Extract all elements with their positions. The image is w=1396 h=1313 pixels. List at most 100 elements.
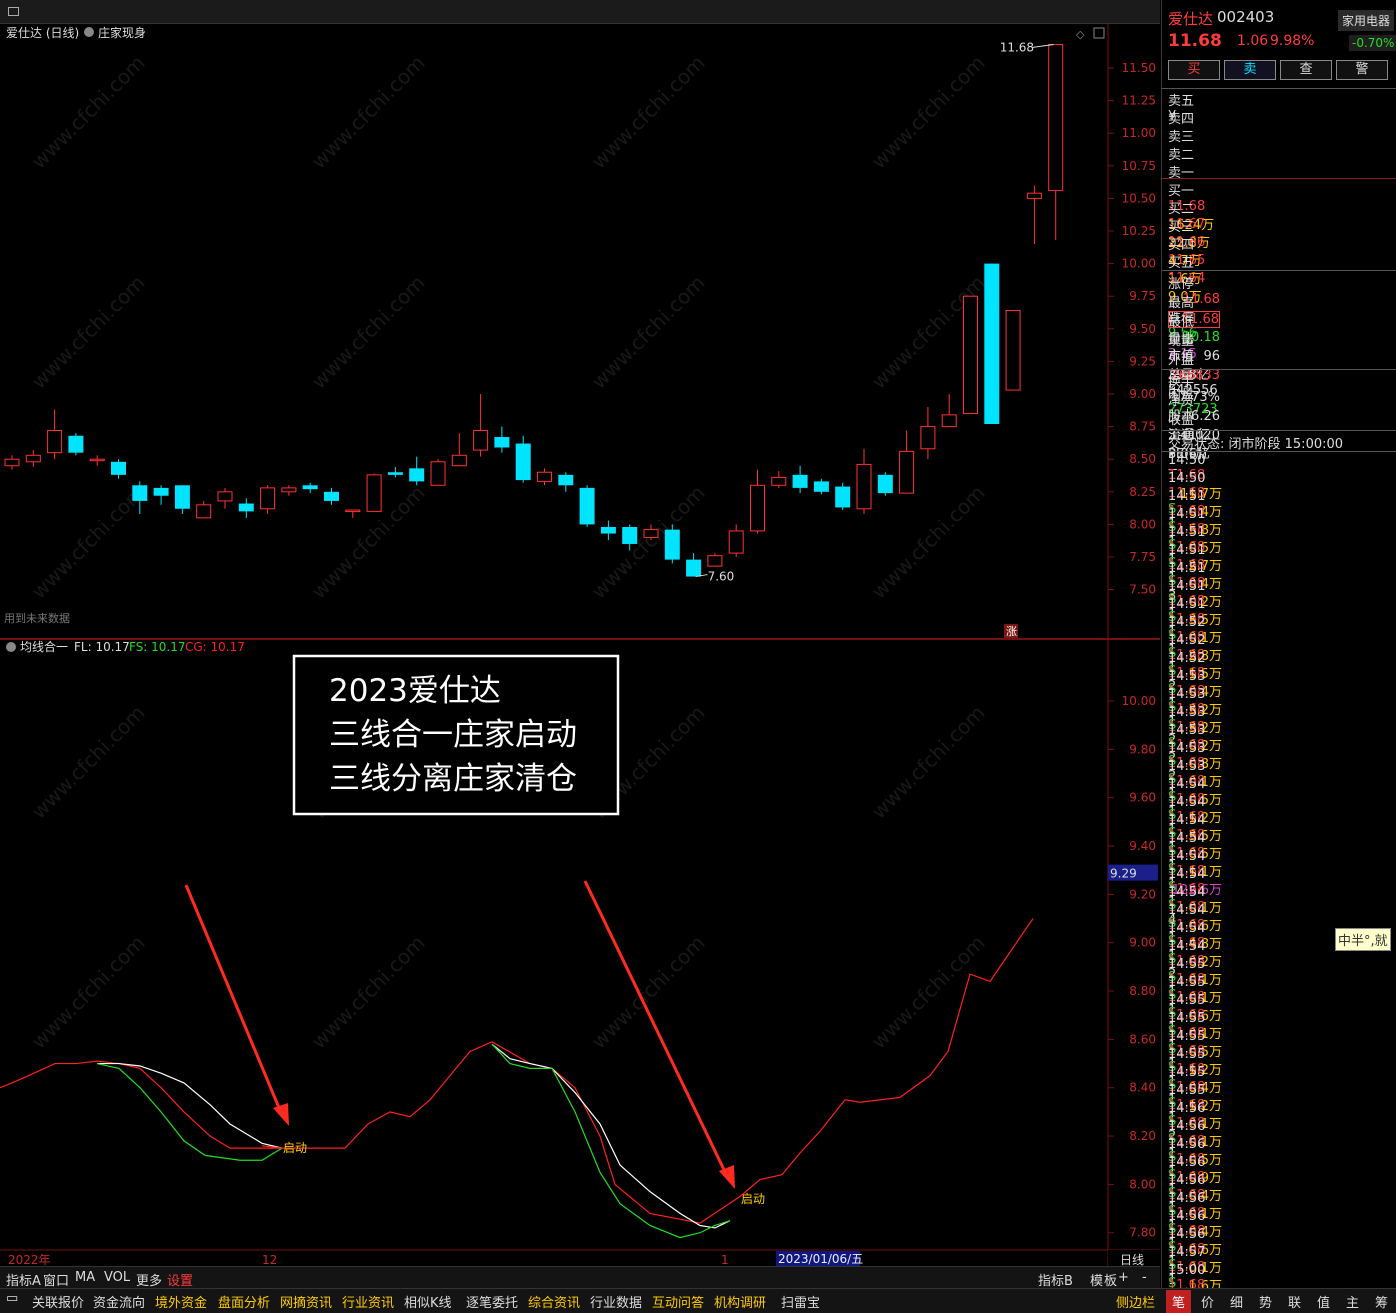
info-tab[interactable]: 境外资金 xyxy=(155,1292,207,1311)
tick-time: 14:51 xyxy=(1168,489,1206,504)
trade-button[interactable]: 查 xyxy=(1280,60,1332,80)
annotation-line: 三线合一庄家启动 xyxy=(329,717,577,753)
right-panel-tab[interactable]: 价 xyxy=(1195,1290,1220,1313)
tick-row: 14:54 11.68 3.5万 S 1 xyxy=(1168,795,1390,874)
tick-row: 14:52 11.68 1.5万 S 1 xyxy=(1168,633,1390,712)
candle-body xyxy=(835,486,851,508)
info-tab[interactable]: 行业资讯 xyxy=(342,1292,394,1311)
right-panel-tab[interactable]: 细 xyxy=(1224,1290,1249,1313)
ask-level-label: 卖五 xyxy=(1168,94,1195,109)
info-tab[interactable]: 扫雷宝 xyxy=(781,1292,820,1311)
right-panel-tab[interactable]: 筹 xyxy=(1369,1290,1394,1313)
bottom-left-button[interactable]: 指标A xyxy=(6,1270,41,1289)
y-tick-label: 9.50 xyxy=(1129,322,1156,336)
diamond-icon[interactable]: ◇ xyxy=(1076,28,1085,41)
tick-row: 14:55 11.68 0.6万 S 1 xyxy=(1168,975,1390,1054)
ask-row: 卖三 xyxy=(1168,126,1390,145)
tick-row: 14:53 11.68 0.1万 S 1 xyxy=(1168,741,1390,820)
candle-body xyxy=(25,454,41,463)
info-tab[interactable]: 相似K线 xyxy=(404,1292,452,1311)
green-line xyxy=(96,1062,283,1161)
bottom-right-button[interactable]: 模 xyxy=(1090,1270,1103,1289)
trade-button[interactable]: 警 xyxy=(1336,60,1388,80)
tick-row: 14:54 11.68 122.6万 S 4 xyxy=(1168,849,1390,928)
start-label: 启动 xyxy=(741,1192,765,1206)
info-tab[interactable]: 行业数据 xyxy=(590,1292,642,1311)
window-menu-icon[interactable] xyxy=(8,7,19,16)
start-label: 启动 xyxy=(283,1141,307,1155)
tick-row: 14:53 11.68 0.5万 S 1 xyxy=(1168,759,1390,838)
y-tick-label: 11.50 xyxy=(1122,61,1156,75)
tick-row: 14:55 11.68 0.4万 S 1 xyxy=(1168,1047,1390,1126)
tick-time: 14:55 xyxy=(1168,1011,1206,1026)
info-tab[interactable]: 综合资讯 xyxy=(528,1292,580,1311)
right-panel-tab[interactable]: 势 xyxy=(1253,1290,1278,1313)
right-panel-tab[interactable]: 值 xyxy=(1311,1290,1336,1313)
info-tab[interactable]: 逐笔委托 xyxy=(466,1292,518,1311)
candle-body xyxy=(451,454,467,467)
bottom-right-button[interactable]: - xyxy=(1142,1270,1147,1285)
sector-name: 家用电器 xyxy=(1338,10,1395,31)
y-tick-label: 8.25 xyxy=(1129,485,1156,499)
tick-time: 14:51 xyxy=(1168,543,1206,558)
bid-row: 买一 11.68 1624万 xyxy=(1168,180,1390,233)
y-tick-label: 8.00 xyxy=(1129,1177,1156,1191)
right-panel-tab[interactable]: 联 xyxy=(1282,1290,1307,1313)
stat-row: 最高 11.68 量比 3.15 xyxy=(1168,292,1390,362)
info-tab[interactable]: 网摘资讯 xyxy=(280,1292,332,1311)
tick-time: 14:56 xyxy=(1168,1155,1206,1170)
crosshair-value-text: 9.29 xyxy=(1110,867,1137,881)
candle-body xyxy=(600,527,616,534)
candle-body xyxy=(920,426,936,450)
kline-chart-area[interactable]: www.cfchi.com www.cfchi.com www.cfchi.com w… xyxy=(0,24,1160,1266)
candle-body xyxy=(750,484,765,532)
bid-level-label: 买二 xyxy=(1168,202,1195,217)
bottom-left-button[interactable]: MA xyxy=(75,1270,95,1285)
trade-button[interactable]: 卖 xyxy=(1224,60,1276,80)
bottom-left-button[interactable]: 更多 xyxy=(136,1270,162,1289)
indicator-bar: 指标A 窗口 MA VOL 更多 设置 指标B 模板 + - xyxy=(0,1266,1160,1289)
trade-button[interactable]: 买 xyxy=(1168,60,1220,80)
ticks-separator xyxy=(1162,451,1396,452)
candle-body xyxy=(707,555,723,567)
indicator-dropdown-icon[interactable] xyxy=(84,27,94,37)
tick-row: 14:56 11.68 0.4万 S 1 xyxy=(1168,1155,1390,1234)
stat-row: 现量 96 总量 542556 xyxy=(1168,330,1390,398)
info-tab[interactable]: 机构调研 xyxy=(714,1292,766,1311)
info-tabs-bar: ▭ 关联报价 资金流向 境外资金 盘面分析 网摘资讯 行业资讯 相似K线 逐笔委托 综合资讯 行业数… xyxy=(0,1288,1396,1313)
tick-time: 15:00 xyxy=(1168,1263,1206,1278)
menu-icon[interactable]: ▭ xyxy=(6,1291,18,1306)
bottom-right-button[interactable]: 指标B xyxy=(1038,1270,1073,1289)
y-tick-label: 8.60 xyxy=(1129,1032,1156,1046)
y-tick-label: 8.00 xyxy=(1129,517,1156,531)
bottom-left-button[interactable]: VOL xyxy=(104,1270,130,1285)
tick-row: 14:55 11.68 0.1万 S 1 xyxy=(1168,993,1390,1072)
tick-time: 14:50 xyxy=(1168,471,1206,486)
bottom-right-button[interactable]: + xyxy=(1118,1270,1129,1285)
info-tab[interactable]: 资金流向 xyxy=(93,1292,145,1311)
tick-time: 14:56 xyxy=(1168,1227,1206,1242)
layout-icon[interactable] xyxy=(1093,27,1105,39)
candle-body xyxy=(473,430,489,451)
sector-change-pct: -0.70% xyxy=(1349,35,1396,51)
bottom-left-button[interactable]: 窗口 xyxy=(43,1270,69,1289)
bid-level-label: 买三 xyxy=(1168,220,1195,235)
sidebar-toggle[interactable]: 侧边栏 xyxy=(1116,1292,1155,1311)
candle-body xyxy=(1048,44,1064,192)
bottom-left-button[interactable]: 设置 xyxy=(167,1270,193,1289)
low-price-label: 7.60 xyxy=(708,570,735,584)
stat-label: 收益 xyxy=(1168,413,1195,428)
tick-time: 14:51 xyxy=(1168,507,1206,522)
sub-indicator-name: 均线合一 xyxy=(20,639,68,654)
info-tab[interactable]: 关联报价 xyxy=(32,1292,84,1311)
bottom-right-button[interactable]: 板 xyxy=(1104,1270,1117,1289)
right-panel-tab[interactable]: 笔 xyxy=(1166,1290,1192,1313)
tick-row: 14:53 11.68 3.2万 S 2 xyxy=(1168,687,1390,766)
stats-separator xyxy=(1162,369,1396,370)
sub-y-axis: 10.00 9.80 9.60 9.40 9.20 9.00 8.80 8.60 8.40 8.2… xyxy=(1108,694,1156,1240)
info-tab[interactable]: 互动问答 xyxy=(652,1292,704,1311)
sub-indicator-dropdown-icon[interactable] xyxy=(6,642,16,652)
tick-time: 14:56 xyxy=(1168,1173,1206,1188)
info-tab[interactable]: 盘面分析 xyxy=(218,1292,270,1311)
right-panel-tab[interactable]: 主 xyxy=(1340,1290,1365,1313)
